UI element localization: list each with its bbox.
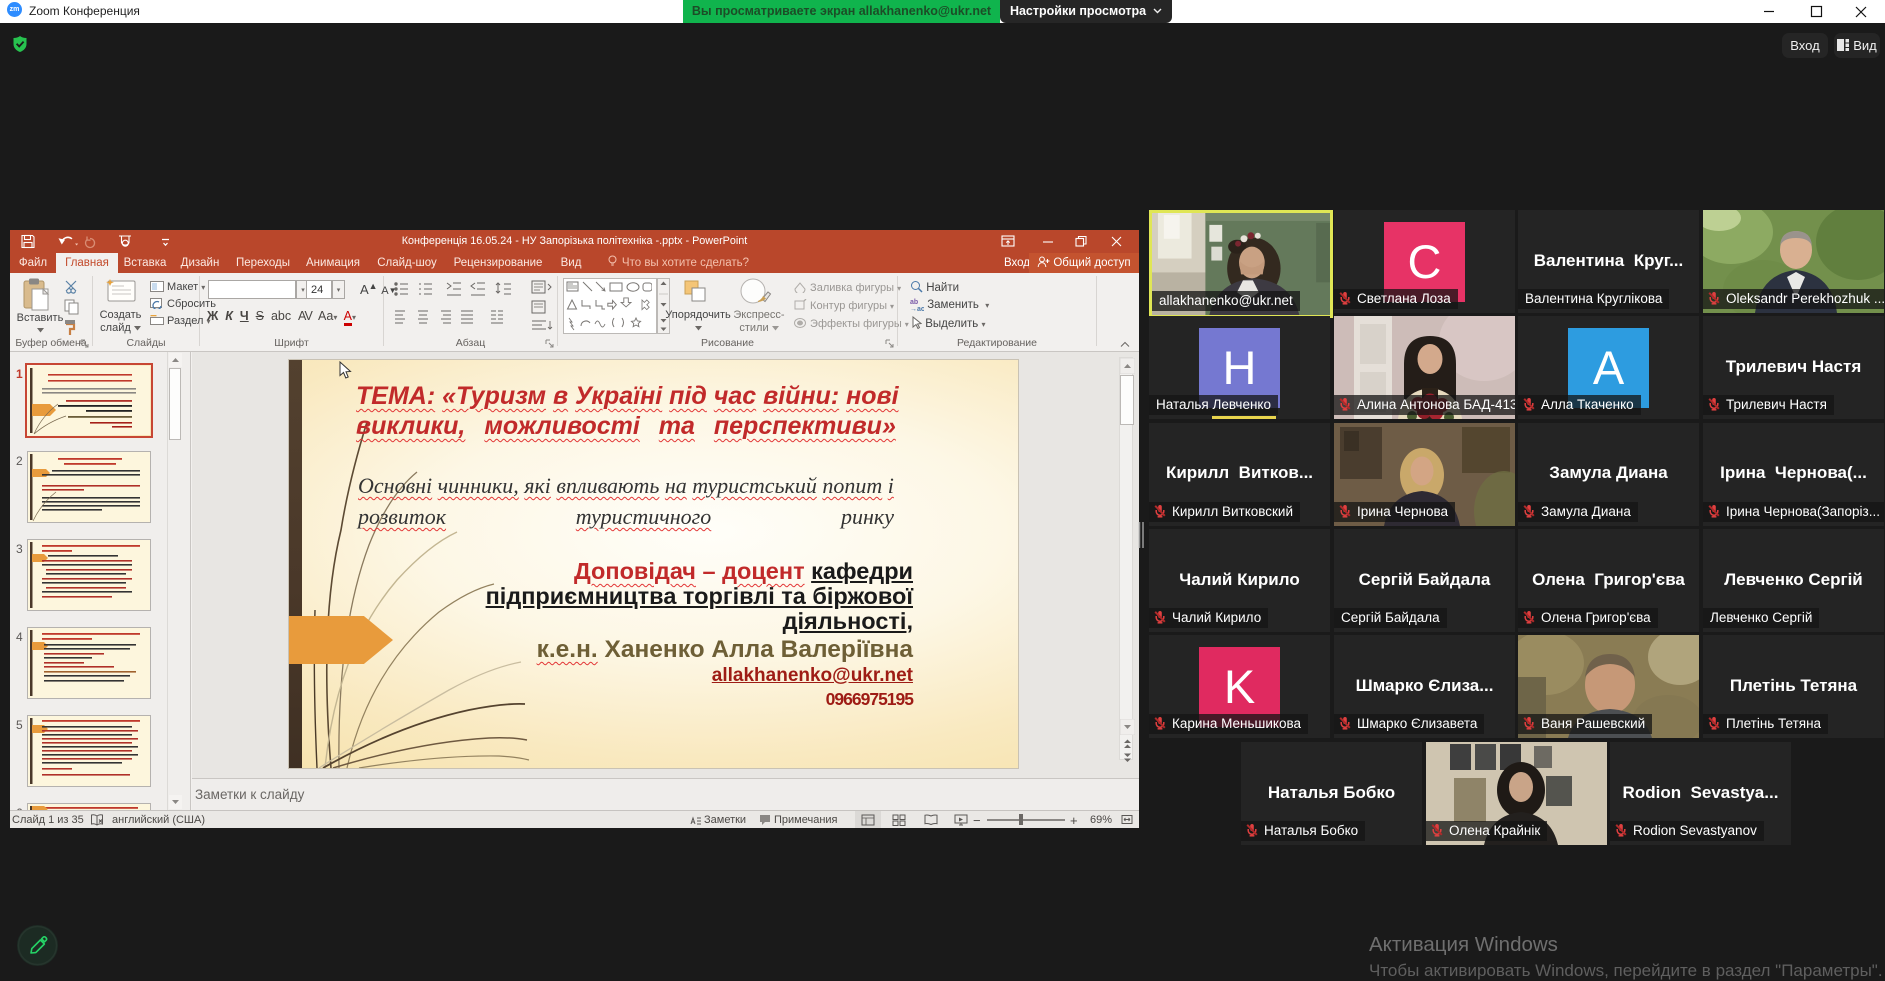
svg-text:ab: ab <box>910 299 918 306</box>
svg-text:→ac: →ac <box>910 306 924 311</box>
